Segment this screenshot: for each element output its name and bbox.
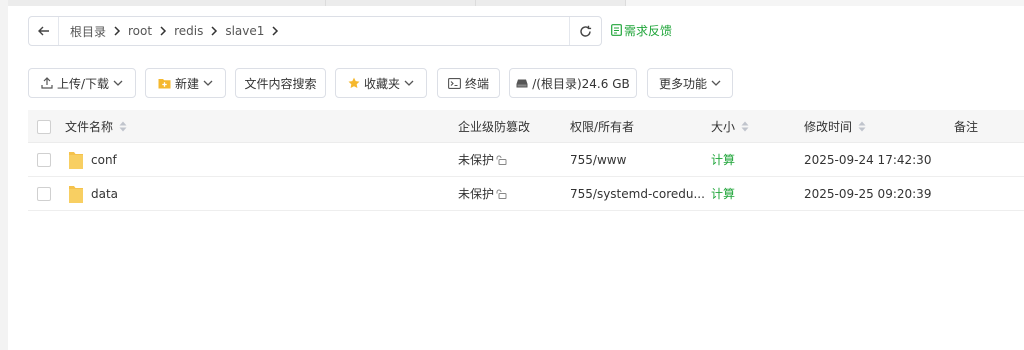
column-mtime-label: 修改时间 [804,120,853,134]
chevron-right-icon [155,26,171,36]
breadcrumb-item-redis[interactable]: redis [171,24,206,38]
breadcrumb-item-slave1[interactable]: slave1 [222,24,267,38]
tamper-cell: 未保护 [458,177,507,210]
tamper-cell: 未保护 [458,143,507,176]
new-label: 新建 [174,76,199,91]
size-cell: 计算 [711,143,735,176]
chevron-right-icon[interactable] [267,26,283,36]
sort-icon[interactable] [119,121,127,132]
modified-time: 2025-09-24 17:42:30 [804,152,932,167]
terminal-icon [448,77,461,89]
unlock-icon[interactable] [496,189,507,199]
column-note-label: 备注 [954,120,979,134]
column-size-label: 大小 [711,120,736,134]
column-permission-label: 权限/所有者 [570,120,635,134]
sort-icon[interactable] [741,121,749,132]
upload-icon [41,77,53,89]
feedback-link[interactable]: 需求反馈 [611,22,672,38]
favorites-label: 收藏夹 [363,76,400,91]
chevron-down-icon [113,80,123,86]
file-name[interactable]: data [91,187,118,201]
feedback-icon [611,24,622,36]
calculate-size-link[interactable]: 计算 [711,185,735,202]
table-row[interactable]: data 未保护 755/systemd-coredu... 计算 2025-0… [28,177,1024,211]
folder-icon [69,151,83,169]
arrow-left-icon [37,26,49,36]
mtime-cell: 2025-09-24 17:42:30 [804,143,931,176]
top-tab-strip [8,0,1024,6]
terminal-button[interactable]: 终端 [437,68,500,98]
column-header-size[interactable]: 大小 [711,110,749,143]
permission-cell[interactable]: 755/systemd-coredu... [570,177,705,210]
back-button[interactable] [29,17,59,45]
chevron-right-icon [206,26,222,36]
top-tab[interactable] [326,0,476,6]
row-checkbox[interactable] [37,152,51,167]
content-search-button[interactable]: 文件内容搜索 [235,68,326,98]
disk-label: /(根目录)24.6 GB [532,76,630,91]
new-folder-icon [158,79,171,89]
modified-time: 2025-09-25 09:20:39 [804,186,932,201]
disk-button[interactable]: /(根目录)24.6 GB [509,68,637,98]
permission-cell[interactable]: 755/www [570,143,626,176]
column-header-mtime[interactable]: 修改时间 [804,110,866,143]
row-select-cell [37,177,51,210]
star-icon [348,77,360,88]
refresh-icon [580,25,592,37]
breadcrumb: 根目录 root redis slave1 [59,17,569,45]
chevron-down-icon [404,80,414,86]
upload-download-button[interactable]: 上传/下载 [28,68,136,98]
table-row[interactable]: conf 未保护 755/www 计算 2025-09-24 17:42:30 [28,143,1024,177]
column-tamper-label: 企业级防篡改 [458,120,531,134]
column-header-tamper: 企业级防篡改 [458,110,530,143]
tamper-status: 未保护 [458,187,495,201]
column-header-name[interactable]: 文件名称 [65,110,127,143]
top-tab[interactable] [476,0,626,6]
feedback-label: 需求反馈 [624,23,673,38]
row-select-cell [37,143,51,176]
disk-icon [516,79,528,87]
tamper-status: 未保护 [458,153,495,167]
column-name-label: 文件名称 [65,120,114,134]
chevron-down-icon [203,80,213,86]
file-name[interactable]: conf [91,153,117,167]
path-bar: 根目录 root redis slave1 [28,16,602,46]
column-header-permission: 权限/所有者 [570,110,634,143]
favorites-button[interactable]: 收藏夹 [335,68,427,98]
permission-owner[interactable]: 755/systemd-coredu... [570,187,705,201]
upload-download-label: 上传/下载 [56,76,110,91]
table-header: 文件名称 企业级防篡改 权限/所有者 大小 修改时间 备注 [28,110,1024,143]
column-header-note: 备注 [954,110,978,143]
sort-icon[interactable] [858,121,866,132]
permission-owner[interactable]: 755/www [570,153,626,167]
more-functions-label: 更多功能 [658,76,707,91]
unlock-icon[interactable] [496,155,507,165]
row-checkbox[interactable] [37,186,51,201]
calculate-size-link[interactable]: 计算 [711,151,735,168]
size-cell: 计算 [711,177,735,210]
select-all-cell [37,110,51,143]
breadcrumb-item-root-dir[interactable]: 根目录 [67,23,109,40]
chevron-down-icon [711,80,721,86]
folder-icon [69,185,83,203]
mtime-cell: 2025-09-25 09:20:39 [804,177,931,210]
terminal-label: 终端 [464,76,489,91]
content-search-label: 文件内容搜索 [244,76,317,91]
refresh-button[interactable] [569,17,601,45]
top-tab[interactable] [8,0,326,6]
file-name-cell[interactable]: data [68,177,118,210]
file-name-cell[interactable]: conf [68,143,117,176]
left-panel-edge [0,0,8,350]
breadcrumb-item-root[interactable]: root [125,24,155,38]
new-button[interactable]: 新建 [145,68,226,98]
select-all-checkbox[interactable] [37,119,51,134]
more-functions-button[interactable]: 更多功能 [647,68,733,98]
chevron-right-icon [109,26,125,36]
